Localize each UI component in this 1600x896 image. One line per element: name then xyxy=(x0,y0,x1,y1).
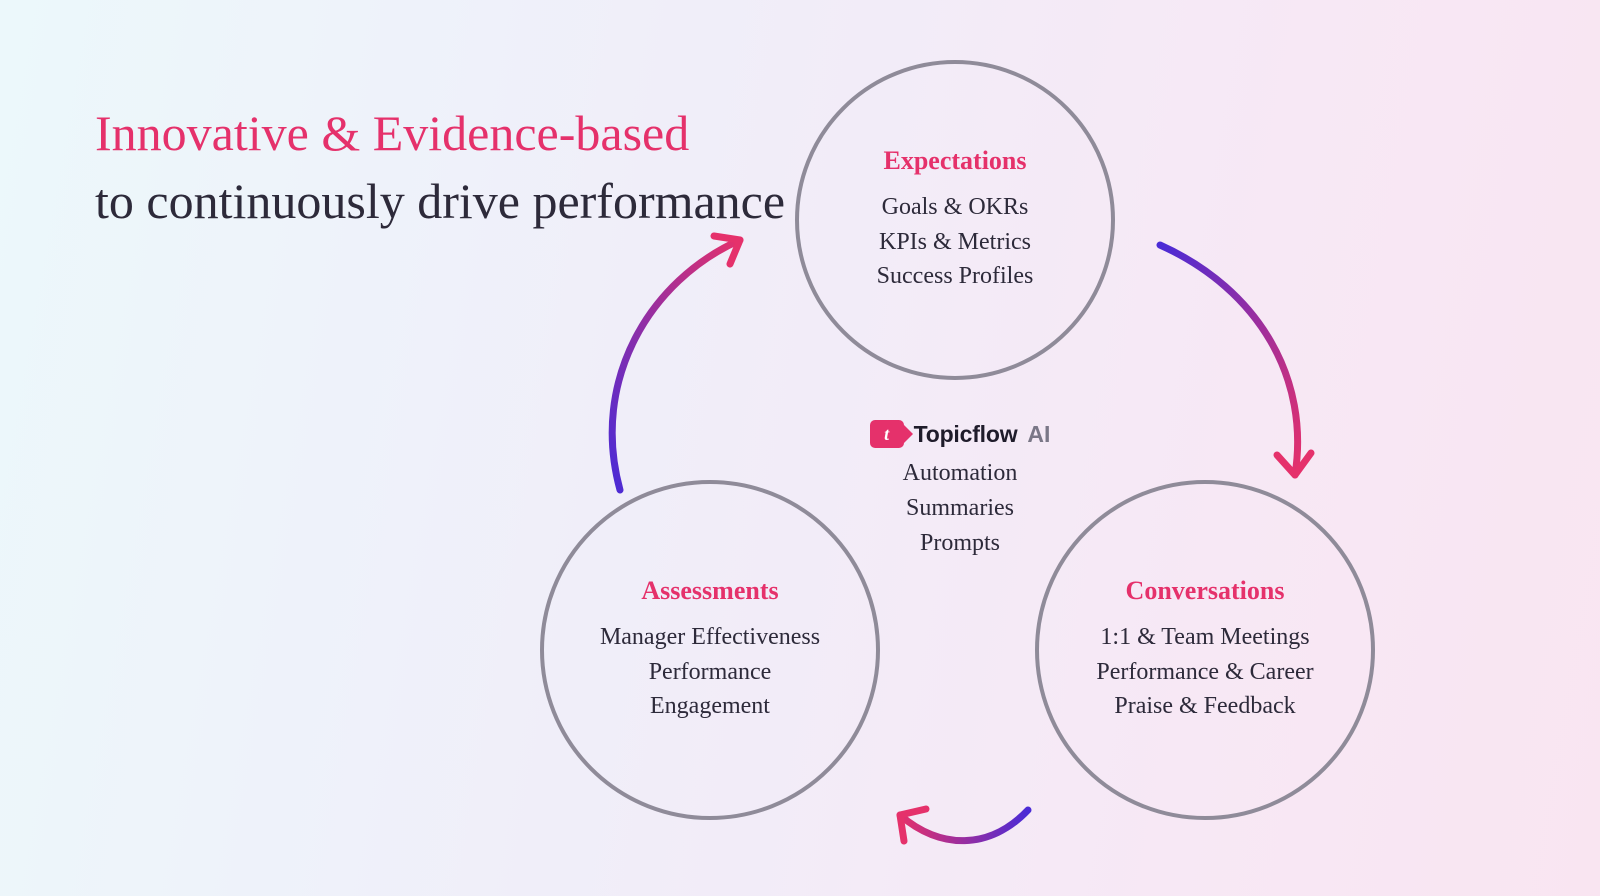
arrow-assessments-to-expectations xyxy=(612,236,740,490)
brand-badge-letter: t xyxy=(884,424,889,445)
node-assessments-item: Engagement xyxy=(650,689,770,724)
arrow-conversations-to-assessments xyxy=(900,809,1028,841)
headline-rest: to continuously drive performance xyxy=(95,173,785,229)
center-block: t Topicflow AI Automation Summaries Prom… xyxy=(830,420,1090,560)
brand-ai: AI xyxy=(1027,421,1050,448)
brand-badge-icon: t xyxy=(870,420,904,448)
arrow-expectations-to-conversations xyxy=(1160,245,1311,475)
brand-logo: t Topicflow AI xyxy=(830,420,1090,448)
node-conversations-item: Praise & Feedback xyxy=(1114,689,1295,724)
node-assessments-title: Assessments xyxy=(641,576,778,606)
diagram-stage: Innovative & Evidence-based to continuou… xyxy=(0,0,1600,896)
node-conversations-item: Performance & Career xyxy=(1096,655,1313,690)
center-item: Prompts xyxy=(830,526,1090,561)
node-conversations-item: 1:1 & Team Meetings xyxy=(1100,620,1309,655)
headline-accent: Innovative & Evidence-based xyxy=(95,105,689,161)
node-conversations-title: Conversations xyxy=(1126,576,1285,606)
node-expectations-title: Expectations xyxy=(884,146,1027,176)
center-item: Summaries xyxy=(830,491,1090,526)
node-expectations-item: Goals & OKRs xyxy=(882,190,1029,225)
node-assessments-item: Performance xyxy=(649,655,772,690)
node-expectations-item: KPIs & Metrics xyxy=(879,225,1031,260)
node-expectations-item: Success Profiles xyxy=(877,259,1034,294)
node-assessments: Assessments Manager Effectiveness Perfor… xyxy=(540,480,880,820)
node-assessments-item: Manager Effectiveness xyxy=(600,620,820,655)
node-expectations: Expectations Goals & OKRs KPIs & Metrics… xyxy=(795,60,1115,380)
center-item: Automation xyxy=(830,456,1090,491)
headline: Innovative & Evidence-based to continuou… xyxy=(95,100,785,235)
brand-name: Topicflow xyxy=(914,421,1018,448)
